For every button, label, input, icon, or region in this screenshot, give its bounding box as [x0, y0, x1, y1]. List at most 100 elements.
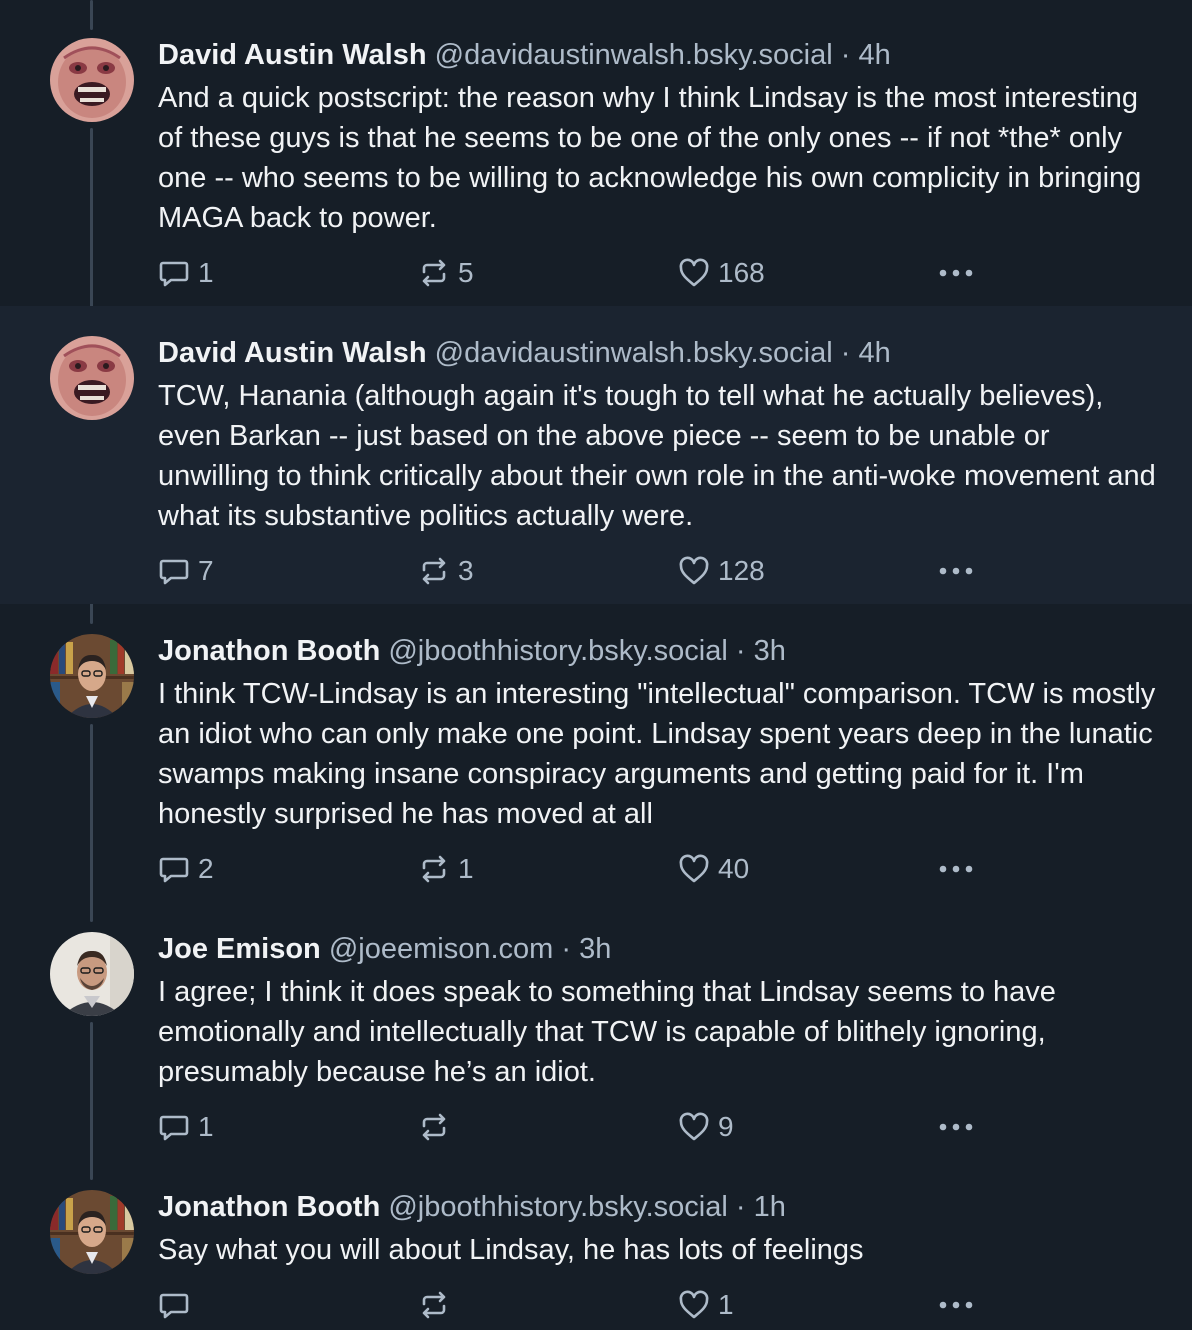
more-dots-icon: [939, 1123, 973, 1131]
post[interactable]: David Austin Walsh @davidaustinwalsh.bsk…: [0, 0, 1192, 306]
author-handle[interactable]: @jboothhistory.bsky.social: [388, 635, 727, 667]
reply-bubble-icon: [159, 1293, 189, 1319]
reply-count: 1: [198, 1111, 214, 1142]
like-count: 128: [718, 555, 765, 586]
reply-count: 1: [198, 257, 214, 288]
separator-dot: ·: [735, 635, 746, 667]
more-options-button[interactable]: [938, 1288, 974, 1322]
avatar[interactable]: [50, 932, 134, 1016]
like-count: 9: [718, 1111, 734, 1142]
post-time[interactable]: 3h: [754, 635, 786, 667]
avatar[interactable]: [50, 336, 134, 420]
repost-button[interactable]: [418, 1288, 458, 1322]
post-header: Jonathon Booth @jboothhistory.bsky.socia…: [158, 634, 786, 668]
reply-bubble-icon: [159, 261, 189, 287]
like-button[interactable]: 168: [678, 256, 765, 290]
avatar[interactable]: [50, 38, 134, 122]
separator-dot: ·: [735, 1191, 746, 1223]
album-art-avatar: [50, 336, 134, 420]
reply-count: 7: [198, 555, 214, 586]
more-options-button[interactable]: [938, 554, 974, 588]
repost-count: 5: [458, 257, 474, 288]
post-header: Jonathon Booth @jboothhistory.bsky.socia…: [158, 1190, 786, 1224]
post-text: Say what you will about Lindsay, he has …: [158, 1234, 864, 1266]
more-options-button[interactable]: [938, 852, 974, 886]
author-name[interactable]: David Austin Walsh: [158, 39, 427, 71]
more-dots-icon: [939, 269, 973, 277]
post-time[interactable]: 1h: [754, 1191, 786, 1223]
repost-button[interactable]: 3: [418, 554, 474, 588]
separator-dot: ·: [561, 933, 572, 965]
reply-bubble-icon: [159, 857, 189, 883]
reply-bubble-icon: [159, 559, 189, 585]
more-dots-icon: [939, 1301, 973, 1309]
post-time[interactable]: 3h: [579, 933, 611, 965]
repost-arrows-icon: [422, 855, 446, 883]
reply-button[interactable]: [158, 1288, 198, 1322]
reply-button[interactable]: 1: [158, 256, 214, 290]
author-name[interactable]: Jonathon Booth: [158, 1191, 380, 1223]
author-handle[interactable]: @jboothhistory.bsky.social: [388, 1191, 727, 1223]
separator-dot: ·: [840, 337, 851, 369]
heart-icon: [679, 258, 709, 287]
repost-button[interactable]: 1: [418, 852, 474, 886]
heart-icon: [679, 556, 709, 585]
post-header: David Austin Walsh @davidaustinwalsh.bsk…: [158, 38, 891, 72]
post[interactable]: Jonathon Booth @jboothhistory.bsky.socia…: [0, 1160, 1192, 1330]
more-dots-icon: [939, 567, 973, 575]
like-button[interactable]: 40: [678, 852, 749, 886]
post[interactable]: Joe Emison @joeemison.com · 3h I agree; …: [0, 902, 1192, 1160]
post[interactable]: David Austin Walsh @davidaustinwalsh.bsk…: [0, 306, 1192, 604]
reply-bubble-icon: [159, 1115, 189, 1141]
author-name[interactable]: Jonathon Booth: [158, 635, 380, 667]
heart-icon: [679, 854, 709, 883]
post-actions: 2 1 40: [158, 852, 988, 886]
post-text: TCW, Hanania (although again it's tough …: [158, 380, 1156, 532]
like-button[interactable]: 9: [678, 1110, 734, 1144]
post-text: And a quick postscript: the reason why I…: [158, 82, 1142, 234]
post-actions: 1: [158, 1288, 988, 1322]
post[interactable]: Jonathon Booth @jboothhistory.bsky.socia…: [0, 604, 1192, 902]
post-text: I agree; I think it does speak to someth…: [158, 976, 1056, 1088]
post-time[interactable]: 4h: [858, 337, 890, 369]
repost-arrows-icon: [422, 1291, 446, 1319]
like-button[interactable]: 128: [678, 554, 765, 588]
author-handle[interactable]: @davidaustinwalsh.bsky.social: [435, 39, 833, 71]
post-actions: 1 9: [158, 1110, 988, 1144]
reply-button[interactable]: 2: [158, 852, 214, 886]
avatar[interactable]: [50, 634, 134, 718]
repost-button[interactable]: 5: [418, 256, 474, 290]
album-art-avatar: [50, 38, 134, 122]
author-handle[interactable]: @joeemison.com: [329, 933, 553, 965]
post-actions: 7 3 128: [158, 554, 988, 588]
avatar[interactable]: [50, 1190, 134, 1274]
separator-dot: ·: [840, 39, 851, 71]
heart-icon: [679, 1290, 709, 1319]
like-button[interactable]: 1: [678, 1288, 734, 1322]
repost-count: 3: [458, 555, 474, 586]
more-options-button[interactable]: [938, 1110, 974, 1144]
like-count: 168: [718, 257, 765, 288]
more-dots-icon: [939, 865, 973, 873]
repost-button[interactable]: [418, 1110, 458, 1144]
post-text: I think TCW-Lindsay is an interesting "i…: [158, 678, 1156, 830]
heart-icon: [679, 1112, 709, 1141]
more-options-button[interactable]: [938, 256, 974, 290]
post-header: David Austin Walsh @davidaustinwalsh.bsk…: [158, 336, 891, 370]
author-handle[interactable]: @davidaustinwalsh.bsky.social: [435, 337, 833, 369]
bookshelf-portrait-avatar: [50, 1190, 134, 1274]
bookshelf-portrait-avatar: [50, 634, 134, 718]
repost-arrows-icon: [422, 557, 446, 585]
author-name[interactable]: Joe Emison: [158, 933, 321, 965]
repost-arrows-icon: [422, 1113, 446, 1141]
like-count: 1: [718, 1289, 734, 1320]
reply-button[interactable]: 1: [158, 1110, 214, 1144]
repost-arrows-icon: [422, 259, 446, 287]
post-time[interactable]: 4h: [858, 39, 890, 71]
reply-button[interactable]: 7: [158, 554, 214, 588]
repost-count: 1: [458, 853, 474, 884]
portrait-avatar: [50, 932, 134, 1016]
author-name[interactable]: David Austin Walsh: [158, 337, 427, 369]
post-actions: 1 5 168: [158, 256, 988, 290]
reply-count: 2: [198, 853, 214, 884]
